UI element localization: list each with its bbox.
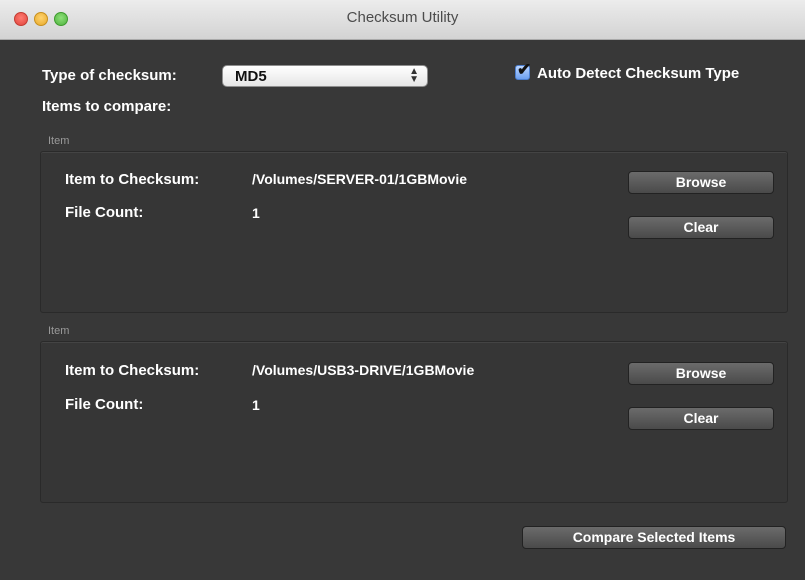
- browse-button[interactable]: Browse: [628, 171, 774, 194]
- select-arrows-icon: ▲ ▼: [409, 66, 419, 85]
- file-count-label: File Count:: [65, 204, 144, 221]
- checkmark-icon: ✔: [517, 60, 532, 79]
- clear-button[interactable]: Clear: [628, 407, 774, 430]
- item-panel-2: Item to Checksum: /Volumes/USB3-DRIVE/1G…: [40, 341, 788, 503]
- window-title: Checksum Utility: [346, 9, 459, 26]
- compare-selected-items-button[interactable]: Compare Selected Items: [522, 526, 786, 549]
- browse-button[interactable]: Browse: [628, 362, 774, 385]
- item-group-label: Item: [48, 325, 70, 337]
- clear-button[interactable]: Clear: [628, 216, 774, 239]
- item-group-label: Item: [48, 135, 70, 147]
- auto-detect-checkbox[interactable]: ✔: [515, 60, 531, 80]
- checksum-utility-window: Checksum Utility Type of checksum: MD5 ▲…: [0, 0, 805, 580]
- checksum-type-select[interactable]: MD5 ▲ ▼: [222, 65, 428, 87]
- item-path-label: Item to Checksum:: [65, 362, 200, 379]
- main-content: Type of checksum: MD5 ▲ ▼ ✔ Auto Detect C…: [0, 40, 805, 580]
- items-to-compare-label: Items to compare:: [42, 98, 172, 115]
- file-count-label: File Count:: [65, 396, 144, 413]
- item-path-value: /Volumes/USB3-DRIVE/1GBMovie: [252, 362, 475, 378]
- auto-detect-label[interactable]: Auto Detect Checksum Type: [537, 65, 739, 82]
- file-count-value: 1: [252, 397, 260, 413]
- item-panel-1: Item to Checksum: /Volumes/SERVER-01/1GB…: [40, 151, 788, 313]
- item-path-label: Item to Checksum:: [65, 171, 200, 188]
- title-bar[interactable]: Checksum Utility: [0, 0, 805, 40]
- item-path-value: /Volumes/SERVER-01/1GBMovie: [252, 171, 467, 187]
- checksum-type-value: MD5: [235, 68, 267, 85]
- checksum-type-label: Type of checksum:: [42, 67, 177, 84]
- file-count-value: 1: [252, 205, 260, 221]
